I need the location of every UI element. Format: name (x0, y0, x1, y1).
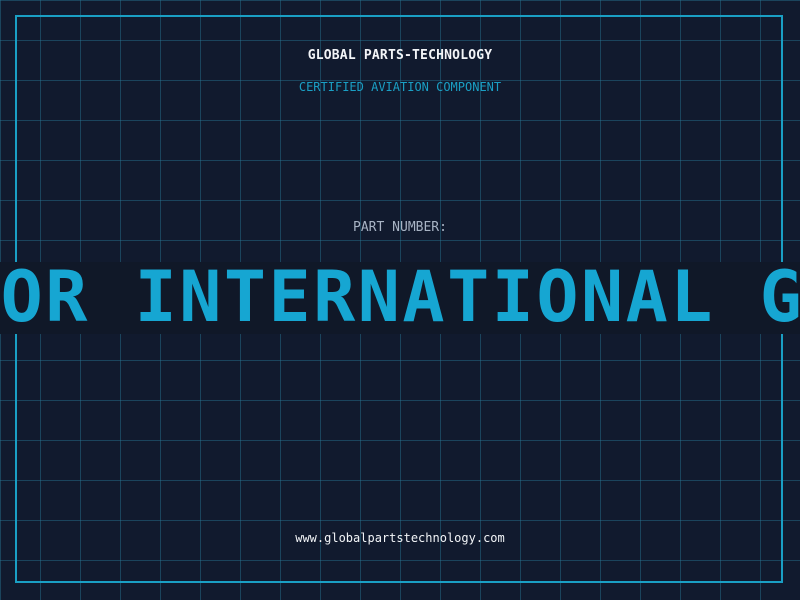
part-number-label: PART NUMBER: (353, 220, 447, 235)
part-number-scrolling-text: FOR INTERNATIONAL GLOBAL PARTS-TECHNOLOG… (0, 262, 800, 334)
label-card: GLOBAL PARTS-TECHNOLOGY CERTIFIED AVIATI… (0, 0, 800, 600)
brand-tagline: CERTIFIED AVIATION COMPONENT (298, 80, 502, 94)
brand-title: GLOBAL PARTS-TECHNOLOGY (307, 48, 493, 63)
website-url[interactable]: www.globalpartstechnology.com (0, 531, 800, 545)
part-number-banner: FOR INTERNATIONAL GLOBAL PARTS-TECHNOLOG… (0, 262, 800, 334)
